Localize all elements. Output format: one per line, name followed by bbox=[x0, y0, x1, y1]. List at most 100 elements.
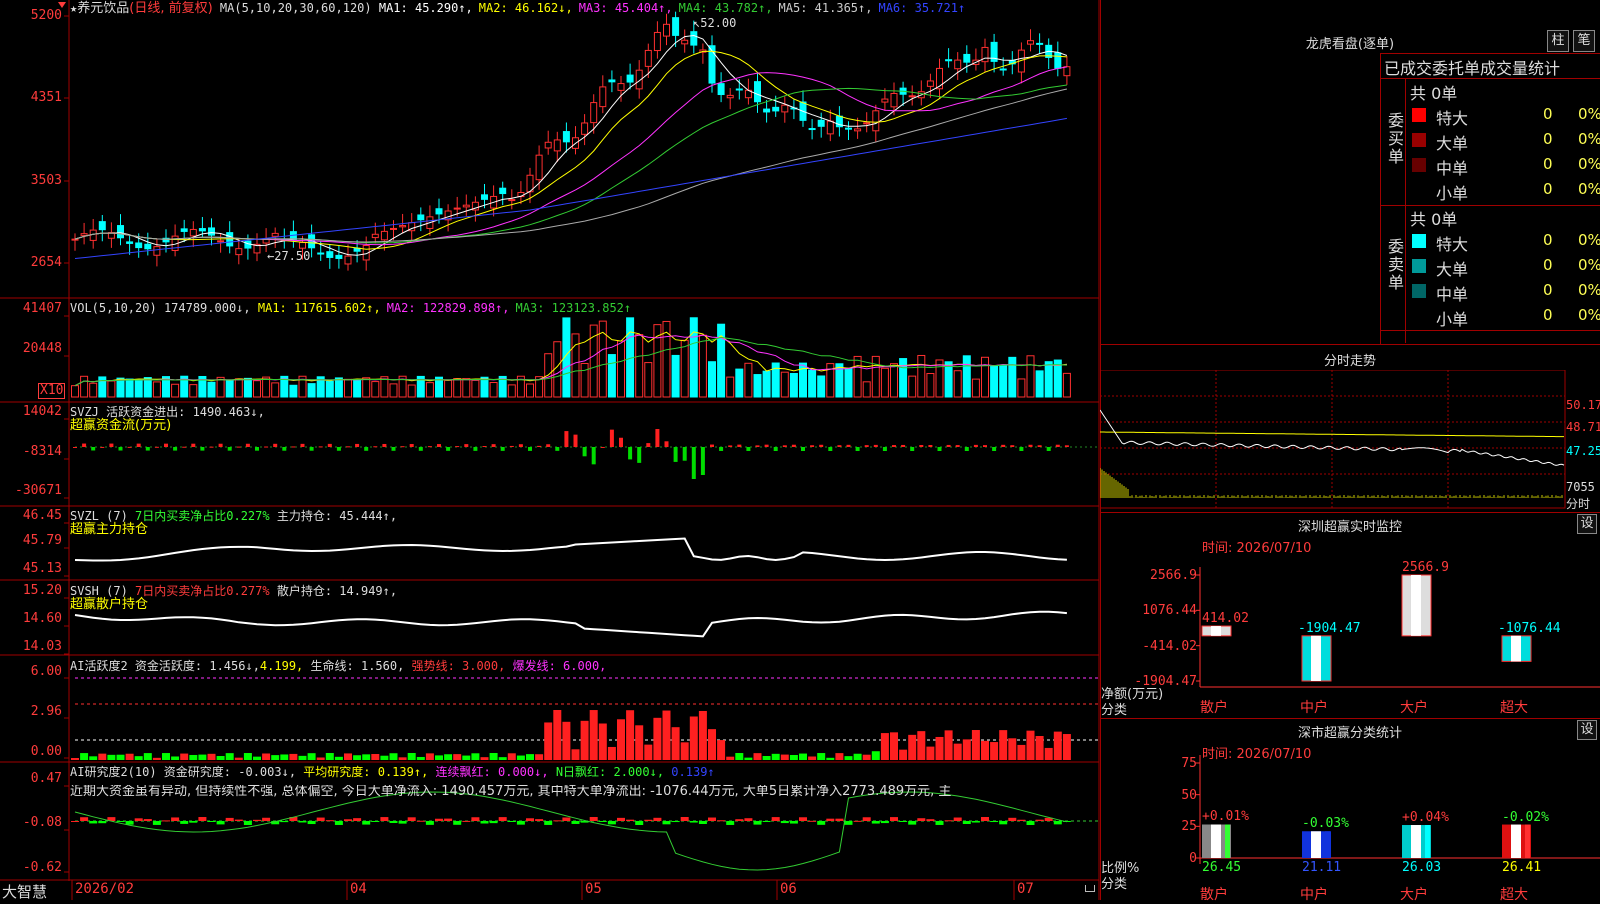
monitor-divider bbox=[1100, 512, 1600, 513]
svzj-tick: -8314 bbox=[22, 444, 62, 459]
candle-body bbox=[1027, 40, 1034, 45]
volume-bar bbox=[698, 334, 707, 398]
volume-bar bbox=[671, 354, 680, 398]
candle-body bbox=[954, 59, 962, 70]
svzj-bar bbox=[182, 446, 187, 448]
buy-color-swatch bbox=[1412, 108, 1426, 122]
ma-value-4: MA4: 43.782↑, bbox=[678, 1, 773, 15]
svzj-bar bbox=[346, 446, 350, 448]
candle-body bbox=[672, 17, 680, 36]
ai-research-bar bbox=[98, 821, 107, 824]
ai-activity-bar bbox=[735, 753, 744, 760]
chart-mode[interactable]: (日线, 前复权) bbox=[129, 1, 212, 16]
candle-body bbox=[763, 108, 771, 113]
intraday-tick: 47.25 bbox=[1566, 444, 1600, 458]
lock-icon[interactable] bbox=[1085, 885, 1095, 892]
volume-unit: X10 bbox=[38, 383, 66, 399]
sell-row-name: 特大 bbox=[1436, 235, 1469, 254]
ai-activity-bar bbox=[744, 757, 753, 760]
ma-value-5: MA5: 41.365↑, bbox=[778, 1, 873, 15]
monitor-bar-category: 大户 bbox=[1400, 700, 1428, 716]
svzj-bar bbox=[173, 447, 178, 451]
ai-research-curve bbox=[74, 791, 1068, 871]
x-axis-label: 04 bbox=[350, 881, 367, 897]
monitor-bar bbox=[1501, 635, 1532, 662]
svzj-bar bbox=[855, 447, 860, 451]
svzj-bar bbox=[427, 446, 432, 448]
candle-body bbox=[817, 119, 825, 127]
intraday-chart[interactable] bbox=[1100, 370, 1600, 510]
volume-bar bbox=[871, 355, 880, 398]
volume-bar bbox=[890, 363, 898, 398]
pen-mode-button[interactable]: 笔 bbox=[1573, 30, 1595, 52]
svzj-bar bbox=[892, 445, 896, 447]
ai-activity-bar bbox=[962, 739, 971, 760]
vol-ma-value-3: MA3: 123123.852↑ bbox=[515, 301, 632, 315]
svzj-bar bbox=[919, 445, 924, 447]
ai1-tick: 0.00 bbox=[30, 744, 62, 759]
monitor-bar-shine bbox=[1211, 626, 1221, 636]
buy-row-count: 0 bbox=[1543, 180, 1553, 198]
svsh-tick: 15.20 bbox=[22, 583, 62, 598]
svzj-bar bbox=[518, 444, 523, 447]
candle-body bbox=[535, 154, 543, 181]
x-axis-label: 2026/02 bbox=[75, 881, 135, 897]
svzj-bar bbox=[391, 447, 396, 451]
ai-research-bar bbox=[243, 821, 252, 825]
volume-bar bbox=[953, 370, 962, 398]
ai-activity-bar bbox=[307, 753, 316, 760]
ai-activity-bar bbox=[1044, 747, 1053, 760]
svzj-bar bbox=[700, 447, 705, 475]
candle-body bbox=[508, 199, 516, 202]
ai-activity-bar bbox=[990, 742, 999, 760]
volume-header: VOL(5,10,20) 174789.000↓, MA1: 117615.60… bbox=[70, 301, 632, 315]
buy-row-pct: 0% bbox=[1578, 105, 1600, 123]
ai-research-bar bbox=[71, 821, 79, 822]
svzj-bar bbox=[100, 446, 105, 448]
ai-activity-bar bbox=[644, 744, 653, 760]
volume-bar bbox=[689, 317, 698, 398]
svzj-bar bbox=[455, 446, 460, 448]
ai-research-bar bbox=[162, 820, 170, 822]
monitor-xlabel: 分类 bbox=[1101, 703, 1128, 718]
price-tick: 2654 bbox=[30, 255, 62, 270]
candle-body bbox=[317, 252, 325, 255]
buy-row-count: 0 bbox=[1543, 155, 1553, 173]
ai-research-bar bbox=[435, 818, 443, 821]
svzj-bar bbox=[528, 447, 532, 451]
svzj-bar bbox=[573, 434, 578, 447]
svzj-bar bbox=[446, 447, 451, 451]
ai-activity-bar bbox=[926, 746, 935, 760]
ai-research-bar bbox=[189, 821, 198, 823]
monitor-bar-label: 414.02 bbox=[1202, 611, 1249, 627]
svzl-header: SVZL (7) 7日内买卖净占比0.227% 主力持仓: 45.444↑, bbox=[70, 509, 398, 523]
svzj-bar bbox=[537, 445, 542, 447]
ai2-tick: -0.08 bbox=[22, 815, 62, 830]
svzj-bar bbox=[364, 447, 369, 451]
ai-research-bar bbox=[80, 817, 89, 821]
volume-bar bbox=[307, 383, 316, 398]
svzj-bar bbox=[327, 443, 332, 447]
volume-bar bbox=[635, 334, 644, 398]
stats-tabs[interactable]: 已成交委托单成交量统计 bbox=[1384, 55, 1560, 79]
ai-research-bar bbox=[143, 819, 152, 821]
svzj-bar bbox=[746, 447, 751, 451]
ai-research-bar bbox=[553, 820, 562, 822]
intraday-vol-unit: 分时 bbox=[1566, 497, 1591, 511]
svzj-bar bbox=[136, 443, 141, 447]
svzl-tick: 45.13 bbox=[22, 561, 62, 576]
volume-bar bbox=[1026, 355, 1035, 398]
classify-bar-edge bbox=[1325, 831, 1330, 858]
ai-activity-bar bbox=[80, 753, 89, 760]
x-axis-label: 07 bbox=[1017, 881, 1034, 897]
dragon-divider-3 bbox=[1405, 78, 1406, 343]
sell-color-swatch bbox=[1412, 259, 1426, 273]
ai-activity-bar bbox=[462, 755, 471, 760]
candle-body bbox=[235, 248, 243, 256]
volume-bar bbox=[708, 361, 716, 398]
bar-mode-button[interactable]: 柱 bbox=[1547, 30, 1569, 52]
volume-bar bbox=[344, 378, 352, 398]
ai-research-bar bbox=[753, 821, 762, 825]
candle-body bbox=[626, 74, 634, 83]
svzj-bar bbox=[646, 443, 651, 447]
